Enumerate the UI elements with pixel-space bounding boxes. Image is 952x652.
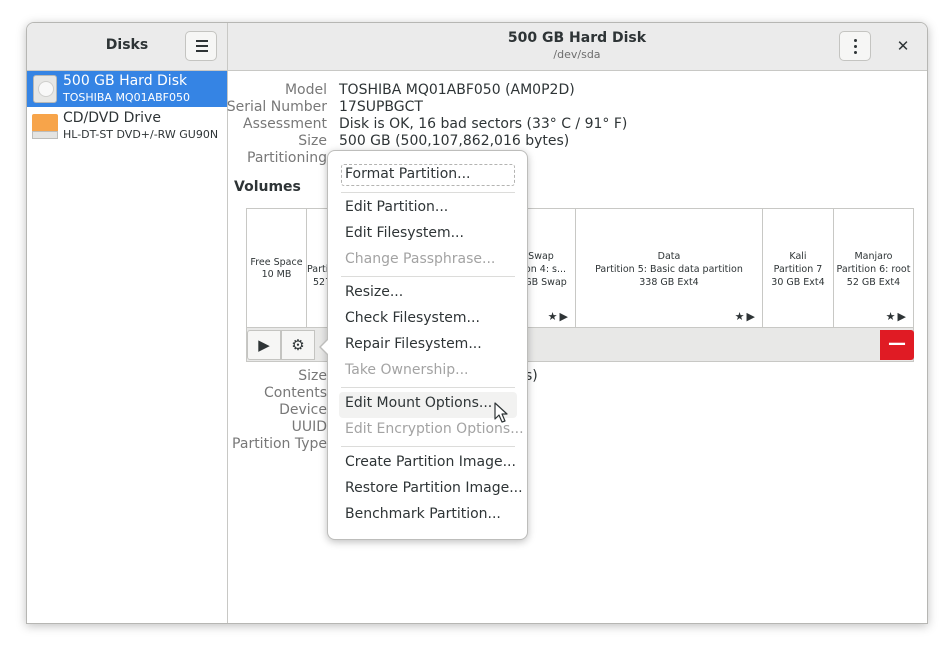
volume-segment[interactable]: Free Space 10 MB [247, 209, 307, 327]
assessment-value: Disk is OK, 16 bad sectors (33° C / 91° … [339, 116, 628, 132]
partition-size-label: Size [298, 368, 327, 384]
disk-device-path: /dev/sda [553, 48, 601, 61]
menu-item-edit-partition[interactable]: Edit Partition... [345, 199, 448, 215]
partition-context-menu: Format Partition... Edit Partition... Ed… [319, 150, 528, 540]
serial-label: Serial Number [226, 99, 327, 115]
mouse-pointer-icon [494, 402, 508, 423]
device-label: Device [279, 402, 327, 418]
size-label: Size [298, 133, 327, 149]
model-label: Model [284, 82, 327, 98]
disk-title: 500 GB Hard Disk [507, 30, 647, 46]
menu-item-edit-filesystem[interactable]: Edit Filesystem... [345, 225, 464, 241]
volume-segment[interactable]: Kali Partition 7 30 GB Ext4 [763, 209, 834, 327]
drive-options-button[interactable] [839, 31, 871, 61]
volume-segment[interactable]: Manjaro Partition 6: root 52 GB Ext4 ★▶ [834, 209, 913, 327]
mounted-star-icon: ★▶ [547, 310, 570, 323]
menu-item-check-filesystem[interactable]: Check Filesystem... [345, 310, 480, 326]
assessment-label: Assessment [243, 116, 327, 132]
volumes-heading: Volumes [234, 179, 301, 195]
menu-item-create-partition-image[interactable]: Create Partition Image... [345, 454, 516, 470]
header-bar: Disks 500 GB Hard Disk /dev/sda ✕ [27, 23, 927, 71]
mounted-star-icon: ★▶ [734, 310, 757, 323]
close-icon: ✕ [896, 37, 910, 55]
uuid-label: UUID [291, 419, 327, 435]
menu-item-benchmark-partition[interactable]: Benchmark Partition... [345, 506, 501, 522]
delete-partition-button[interactable]: — [880, 330, 914, 360]
menu-item-format-partition[interactable]: Format Partition... [345, 166, 470, 182]
size-value: 500 GB (500,107,862,016 bytes) [339, 133, 570, 149]
partition-type-label: Partition Type [232, 436, 327, 452]
sidebar-header: Disks [27, 23, 228, 70]
serial-value: 17SUPBGCT [339, 99, 423, 115]
app-menu-button[interactable] [185, 31, 217, 61]
model-value: TOSHIBA MQ01ABF050 (AM0P2D) [339, 82, 575, 98]
partition-options-button[interactable]: ⚙ [281, 330, 315, 360]
volume-segment[interactable]: Data Partition 5: Basic data partition 3… [576, 209, 763, 327]
menu-item-repair-filesystem[interactable]: Repair Filesystem... [345, 336, 482, 352]
minus-icon: — [888, 333, 906, 354]
menu-item-edit-mount-options[interactable]: Edit Mount Options... [345, 395, 492, 411]
menu-item-take-ownership: Take Ownership... [345, 362, 469, 378]
mount-button[interactable]: ▶ [247, 330, 281, 360]
gears-icon: ⚙ [291, 336, 305, 354]
mounted-star-icon: ★▶ [885, 310, 908, 323]
contents-label: Contents [264, 385, 327, 401]
play-icon: ▶ [258, 336, 270, 354]
close-button[interactable]: ✕ [893, 36, 913, 56]
menu-item-change-passphrase: Change Passphrase... [345, 251, 496, 267]
menu-item-resize[interactable]: Resize... [345, 284, 403, 300]
menu-item-restore-partition-image[interactable]: Restore Partition Image... [345, 480, 523, 496]
partitioning-label: Partitioning [247, 150, 327, 166]
